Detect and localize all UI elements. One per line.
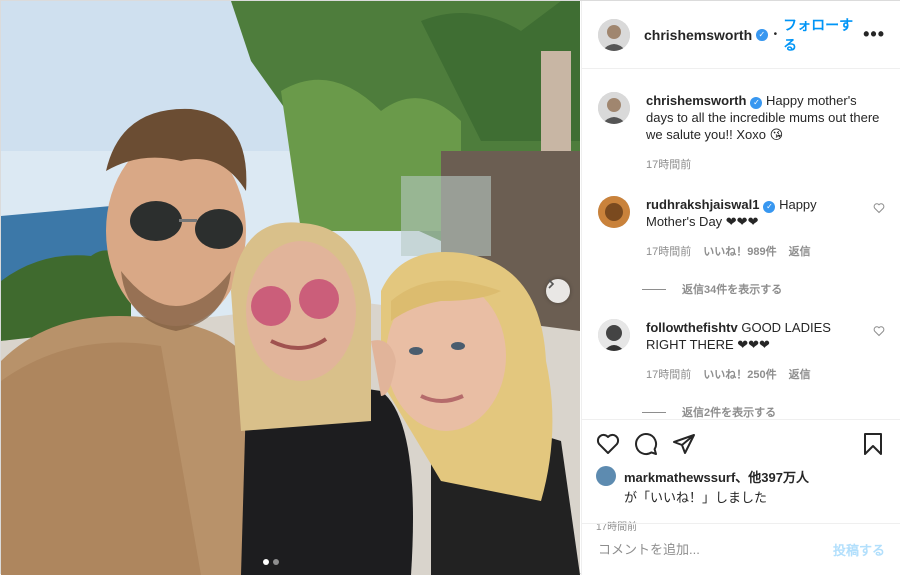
view-replies-button[interactable]: 返信34件を表示する (642, 281, 885, 297)
comment-likes[interactable]: いいね！250件 (703, 367, 776, 384)
action-bar: markmathewssurf、他397万人 が「いいね！」しました 17時間前 (582, 419, 900, 533)
photo-illustration (1, 1, 580, 575)
heart-icon[interactable] (873, 202, 885, 214)
author-avatar[interactable] (598, 18, 630, 51)
avatar[interactable] (598, 92, 630, 124)
comment-icon[interactable] (634, 432, 658, 456)
comment-body: rudhrakshjaiswal1 ✓ Happy Mother's Day ❤❤… (646, 196, 865, 261)
post-header: chrishemsworth ✓ • フォローする ••• (582, 1, 900, 69)
divider (642, 411, 666, 413)
carousel-dots (263, 559, 279, 565)
view-replies-label: 返信2件を表示する (682, 407, 777, 418)
reply-button[interactable]: 返信 (789, 244, 811, 261)
comment-input[interactable] (598, 542, 833, 557)
avatar[interactable] (598, 196, 630, 228)
share-icon[interactable] (672, 432, 696, 456)
likes-line-2: が「いいね！」しました (624, 490, 768, 505)
comment-likes[interactable]: いいね！989件 (703, 244, 776, 261)
action-icons (596, 430, 885, 458)
divider (642, 288, 666, 290)
next-photo-button[interactable] (546, 279, 570, 303)
add-comment-bar: 投稿する (582, 523, 900, 575)
follow-separator: • (773, 29, 778, 40)
avatar[interactable] (596, 466, 616, 486)
post-photo[interactable] (1, 1, 580, 575)
comment-meta: 17時間前 いいね！250件 返信 (646, 367, 865, 384)
carousel-dot-active (263, 559, 269, 565)
post-comment-button[interactable]: 投稿する (833, 540, 885, 559)
comment-username[interactable]: followthefishtv (646, 320, 738, 335)
author-username[interactable]: chrishemsworth (644, 27, 752, 43)
list-item: rudhrakshjaiswal1 ✓ Happy Mother's Day ❤❤… (598, 196, 885, 261)
more-icon[interactable]: ••• (863, 24, 885, 45)
chevron-right-icon (548, 279, 555, 289)
avatar[interactable] (598, 319, 630, 351)
bookmark-icon[interactable] (861, 432, 885, 456)
view-replies-label: 返信34件を表示する (682, 284, 783, 296)
verified-icon: ✓ (756, 28, 768, 41)
likes-line-1[interactable]: markmathewssurf、他397万人 (624, 467, 809, 486)
verified-icon: ✓ (763, 201, 776, 213)
comments-list: chrishemsworth ✓ Happy mother's days to a… (582, 70, 900, 418)
comment-time[interactable]: 17時間前 (646, 244, 691, 261)
comment-meta: 17時間前 いいね！989件 返信 (646, 244, 865, 261)
follow-button[interactable]: フォローする (783, 15, 863, 55)
carousel-dot (273, 559, 279, 565)
instagram-post: chrishemsworth ✓ • フォローする ••• chrishemsw… (0, 0, 900, 575)
caption-body: chrishemsworth ✓ Happy mother's days to a… (646, 92, 885, 174)
list-item: followthefishtv GOOD LADIES RIGHT THERE … (598, 319, 885, 384)
comment-meta: 17時間前 (646, 157, 885, 174)
reply-button[interactable]: 返信 (789, 367, 811, 384)
heart-icon[interactable] (596, 432, 620, 456)
likes-summary: markmathewssurf、他397万人 (596, 466, 885, 486)
comment-time[interactable]: 17時間前 (646, 367, 691, 384)
comment-username[interactable]: rudhrakshjaiswal1 (646, 197, 759, 212)
view-replies-button[interactable]: 返信2件を表示する (642, 404, 885, 418)
caption: chrishemsworth ✓ Happy mother's days to a… (598, 92, 885, 174)
comment-time[interactable]: 17時間前 (646, 157, 691, 174)
comment-body: followthefishtv GOOD LADIES RIGHT THERE … (646, 319, 865, 384)
verified-icon: ✓ (750, 97, 763, 109)
heart-icon[interactable] (873, 325, 885, 337)
post-side-panel: chrishemsworth ✓ • フォローする ••• chrishemsw… (581, 1, 900, 575)
comment-username[interactable]: chrishemsworth (646, 93, 746, 108)
